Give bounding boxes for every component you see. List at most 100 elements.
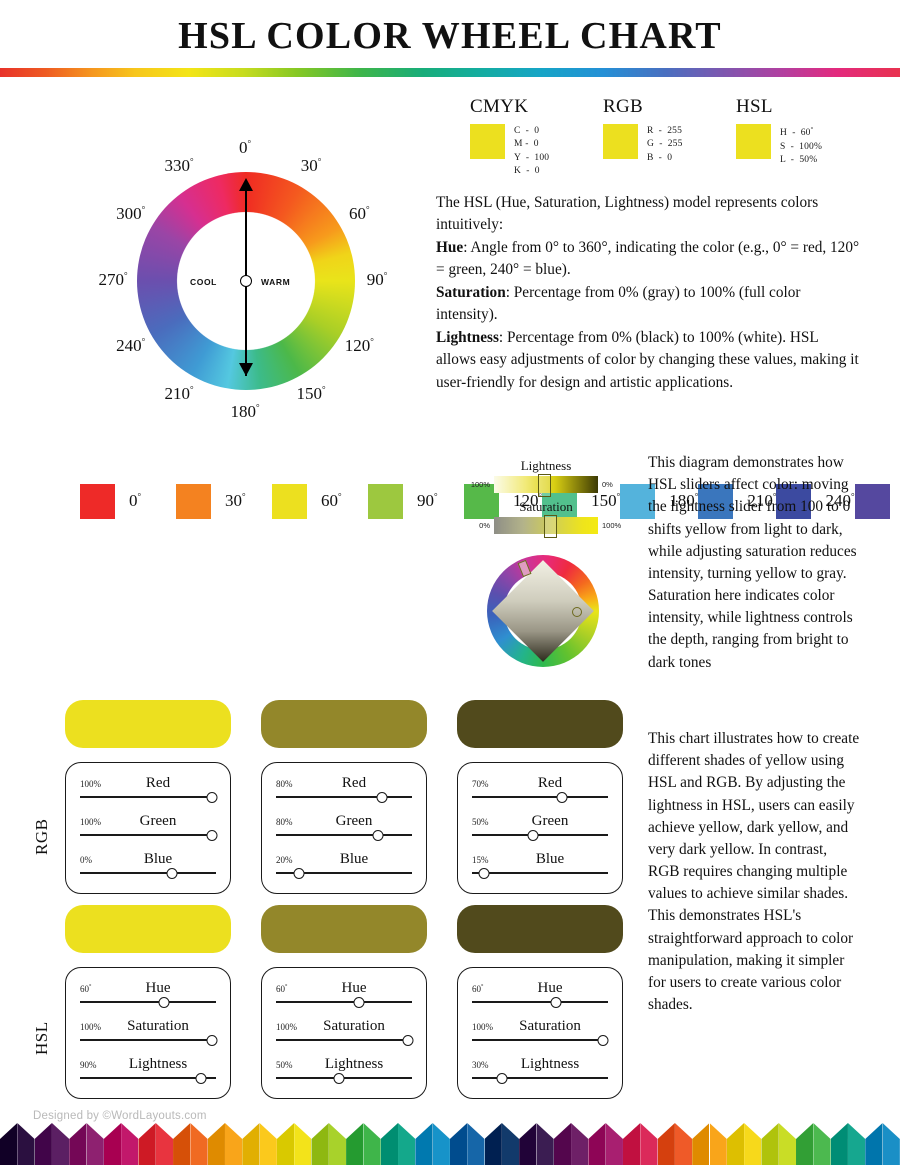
hue-swatch-label: 60° [321, 491, 342, 510]
legend-value-line: G - 255 [647, 139, 683, 150]
slider-track[interactable] [276, 792, 412, 805]
slider-row-lightness: 90% Lightness [80, 1056, 216, 1086]
slider-track[interactable] [80, 1073, 216, 1086]
slider-line [80, 1001, 216, 1003]
slider-row-head: 60° Hue [276, 980, 412, 997]
lightness-slider-thumb[interactable] [537, 474, 551, 497]
slider-track[interactable] [276, 1073, 412, 1086]
slider-line [80, 796, 216, 798]
slider-track[interactable] [276, 830, 412, 843]
color-picker-wheel[interactable] [487, 555, 599, 667]
chevron-left-face [484, 1123, 502, 1165]
slider-row-saturation: 100% Saturation [276, 1018, 414, 1048]
legend-value-line: H - 60° [780, 126, 814, 139]
chevron-segment [103, 1123, 139, 1165]
slider-value: 100% [80, 817, 101, 827]
legend-title: RGB [603, 96, 643, 117]
slider-knob[interactable] [195, 1073, 207, 1084]
model-card-1: 100% Red 100% Green 0% Blue [65, 700, 231, 894]
slider-knob[interactable] [597, 1035, 609, 1046]
slider-knob[interactable] [166, 868, 178, 879]
model-card-3: 60° Hue 100% Saturation 30% Lightness [457, 905, 623, 1099]
slider-channel-name: Hue [341, 980, 367, 996]
slider-knob[interactable] [402, 1035, 414, 1046]
slider-card: 60° Hue 100% Saturation 90% Lightness [65, 967, 231, 1099]
slider-knob[interactable] [206, 830, 218, 841]
slider-knob[interactable] [158, 997, 170, 1008]
slider-knob[interactable] [293, 868, 305, 879]
picker-shade-cursor[interactable] [572, 607, 582, 617]
slider-knob[interactable] [206, 792, 218, 803]
slider-line [80, 834, 216, 836]
slider-track[interactable] [472, 830, 608, 843]
legend-value-line: Y - 100 [514, 152, 550, 163]
slider-value: 20% [276, 855, 293, 865]
slider-channel-name: Blue [535, 851, 565, 867]
wheel-degree-label-180: 180° [230, 402, 260, 421]
slider-knob[interactable] [556, 792, 568, 803]
slider-track[interactable] [276, 868, 412, 881]
slider-track[interactable] [472, 792, 608, 805]
rgb-model-section: RGB 100% Red 100% Green 0% Blue 80% Red 80% Green… [30, 700, 623, 894]
chevron-segment [69, 1123, 104, 1165]
slider-track[interactable] [472, 997, 608, 1010]
slider-knob[interactable] [372, 830, 384, 841]
chevron-left-face [138, 1123, 156, 1165]
wheel-degree-label-300: 300° [116, 204, 146, 223]
chevron-segment [242, 1123, 277, 1165]
slider-line [472, 1077, 608, 1079]
slider-line [276, 796, 412, 798]
chevron-right-face [294, 1123, 312, 1165]
slider-knob[interactable] [206, 1035, 218, 1046]
chevron-segment [346, 1123, 381, 1165]
chevron-left-face [726, 1123, 745, 1165]
saturation-slider-thumb[interactable] [543, 515, 557, 538]
chevron-right-face [709, 1123, 727, 1165]
slider-row-green: 100% Green [80, 813, 218, 843]
slider-row-head: 50% Lightness [276, 1056, 412, 1073]
slider-track[interactable] [80, 997, 216, 1010]
chevron-right-face [51, 1123, 70, 1165]
rgb-section-label: RGB [32, 818, 51, 855]
slider-knob[interactable] [478, 868, 490, 879]
slider-track[interactable] [472, 1073, 608, 1086]
chevron-left-face [796, 1123, 814, 1165]
slider-track[interactable] [80, 868, 216, 881]
chevron-left-face [173, 1123, 191, 1165]
saturation-slider-track[interactable] [494, 515, 598, 538]
slider-channel-name: Hue [145, 980, 171, 996]
slider-value: 50% [276, 1060, 293, 1070]
slider-knob[interactable] [376, 792, 388, 803]
slider-row-hue: 60° Hue [472, 980, 608, 1010]
slider-row-head: 0% Blue [80, 851, 216, 868]
lightness-slider-track[interactable] [494, 474, 598, 497]
slider-track[interactable] [472, 868, 608, 881]
chevron-footer-band [0, 1123, 900, 1165]
legend-values: C - 0 M - 0 Y - 100 K - 0 [514, 124, 549, 179]
slider-row-head: 30% Lightness [472, 1056, 608, 1073]
wheel-center-hub [239, 275, 252, 287]
slider-knob[interactable] [496, 1073, 508, 1084]
lightness-slider-row: 100% 0% [466, 474, 626, 497]
slider-track[interactable] [80, 1035, 218, 1048]
hsl-model-section: HSL 60° Hue 100% Saturation 90% Lightness 60° H… [30, 905, 623, 1099]
chevron-left-face [657, 1123, 675, 1165]
slider-knob[interactable] [527, 830, 539, 841]
slider-track[interactable] [472, 1035, 609, 1048]
slider-knob[interactable] [550, 997, 562, 1008]
slider-knob[interactable] [333, 1073, 345, 1084]
slider-channel-name: Saturation [519, 1018, 581, 1034]
slider-track[interactable] [80, 792, 218, 805]
slider-track[interactable] [276, 997, 412, 1010]
slider-track[interactable] [276, 1035, 414, 1048]
hue-cell-0: 0° [80, 473, 176, 529]
slider-row-head: 60° Hue [80, 980, 216, 997]
hue-swatch-grid: 0°30°60°90°120°150°180°210°240°270°300°3… [80, 473, 890, 529]
slider-channel-name: Green [531, 813, 569, 829]
slider-track[interactable] [80, 830, 218, 843]
saturation-slider-row: 0% 100% [466, 515, 626, 538]
slider-knob[interactable] [353, 997, 365, 1008]
slider-channel-name: Red [341, 775, 367, 791]
hue-swatch-label: 0° [129, 491, 142, 510]
chevron-segment [657, 1123, 693, 1165]
